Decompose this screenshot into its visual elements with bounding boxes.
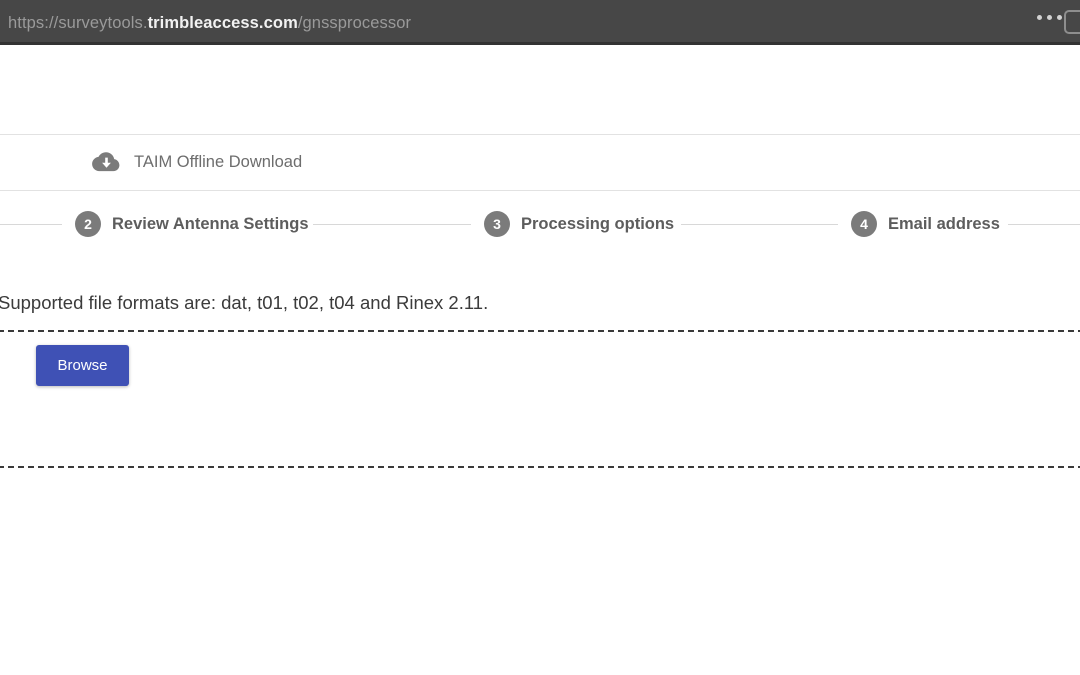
ellipsis-dot	[1047, 15, 1052, 20]
browse-button[interactable]: Browse	[36, 345, 129, 386]
url-path: /gnssprocessor	[297, 14, 412, 32]
file-dropzone[interactable]	[0, 330, 1080, 468]
stepper-step-2[interactable]: 2 Review Antenna Settings	[75, 211, 309, 237]
stepper-connector	[681, 224, 838, 225]
step-label: Processing options	[521, 214, 675, 233]
step-label: Email address	[888, 214, 1000, 233]
app-navigation-bar: verter TAIM Offline Download	[0, 135, 1080, 190]
stepper-step-4[interactable]: 4 Email address	[851, 211, 1000, 237]
wizard-stepper: 2 Review Antenna Settings 3 Processing o…	[0, 191, 1080, 266]
step-badge: 3	[484, 211, 510, 237]
browser-toolbar: https://surveytools.trimbleaccess.com/gn…	[0, 0, 1080, 45]
step-badge: 4	[851, 211, 877, 237]
page-body: verter TAIM Offline Download 2 Review An…	[0, 45, 1080, 675]
window-chip-icon[interactable]	[1064, 10, 1080, 34]
ellipsis-dot	[1057, 15, 1062, 20]
stepper-step-3[interactable]: 3 Processing options	[484, 211, 674, 237]
nav-item-taim-offline-download-label: TAIM Offline Download	[134, 152, 303, 171]
cloud-download-icon	[88, 149, 121, 175]
stepper-connector	[313, 224, 471, 225]
step-label: Review Antenna Settings	[112, 214, 309, 233]
ellipsis-horizontal-icon[interactable]	[1037, 15, 1062, 20]
stepper-connector	[1008, 224, 1080, 225]
ellipsis-dot	[1037, 15, 1042, 20]
url-scheme: https://surveytools.	[8, 14, 148, 32]
stepper-connector	[0, 224, 62, 225]
url-domain: trimbleaccess.com	[147, 14, 298, 32]
supported-formats-text: Supported file formats are: dat, t01, t0…	[0, 292, 489, 313]
step-badge: 2	[75, 211, 101, 237]
address-bar[interactable]: https://surveytools.trimbleaccess.com/gn…	[8, 13, 411, 33]
nav-item-taim-offline-download[interactable]: TAIM Offline Download	[88, 149, 302, 175]
